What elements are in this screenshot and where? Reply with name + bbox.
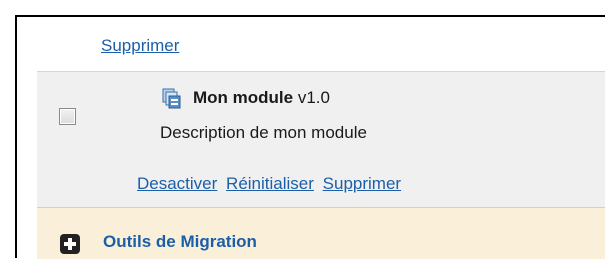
frame-border-left	[15, 15, 17, 258]
reset-link[interactable]: Réinitialiser	[226, 174, 314, 193]
module-name: Mon module	[193, 88, 294, 107]
module-package-icon	[162, 88, 181, 109]
module-description: Description de mon module	[160, 123, 367, 142]
section-title-migration-tools[interactable]: Outils de Migration	[103, 232, 257, 252]
delete-link[interactable]: Supprimer	[323, 174, 401, 193]
module-title: Mon module v1.0	[193, 87, 330, 109]
deactivate-link[interactable]: Desactiver	[137, 174, 217, 193]
plus-icon[interactable]	[60, 234, 80, 254]
module-select-checkbox[interactable]	[59, 108, 76, 125]
previous-module-delete-link[interactable]: Supprimer	[101, 23, 179, 69]
module-actions: Desactiver Réinitialiser Supprimer	[137, 173, 405, 195]
module-version: v1.0	[297, 88, 330, 107]
